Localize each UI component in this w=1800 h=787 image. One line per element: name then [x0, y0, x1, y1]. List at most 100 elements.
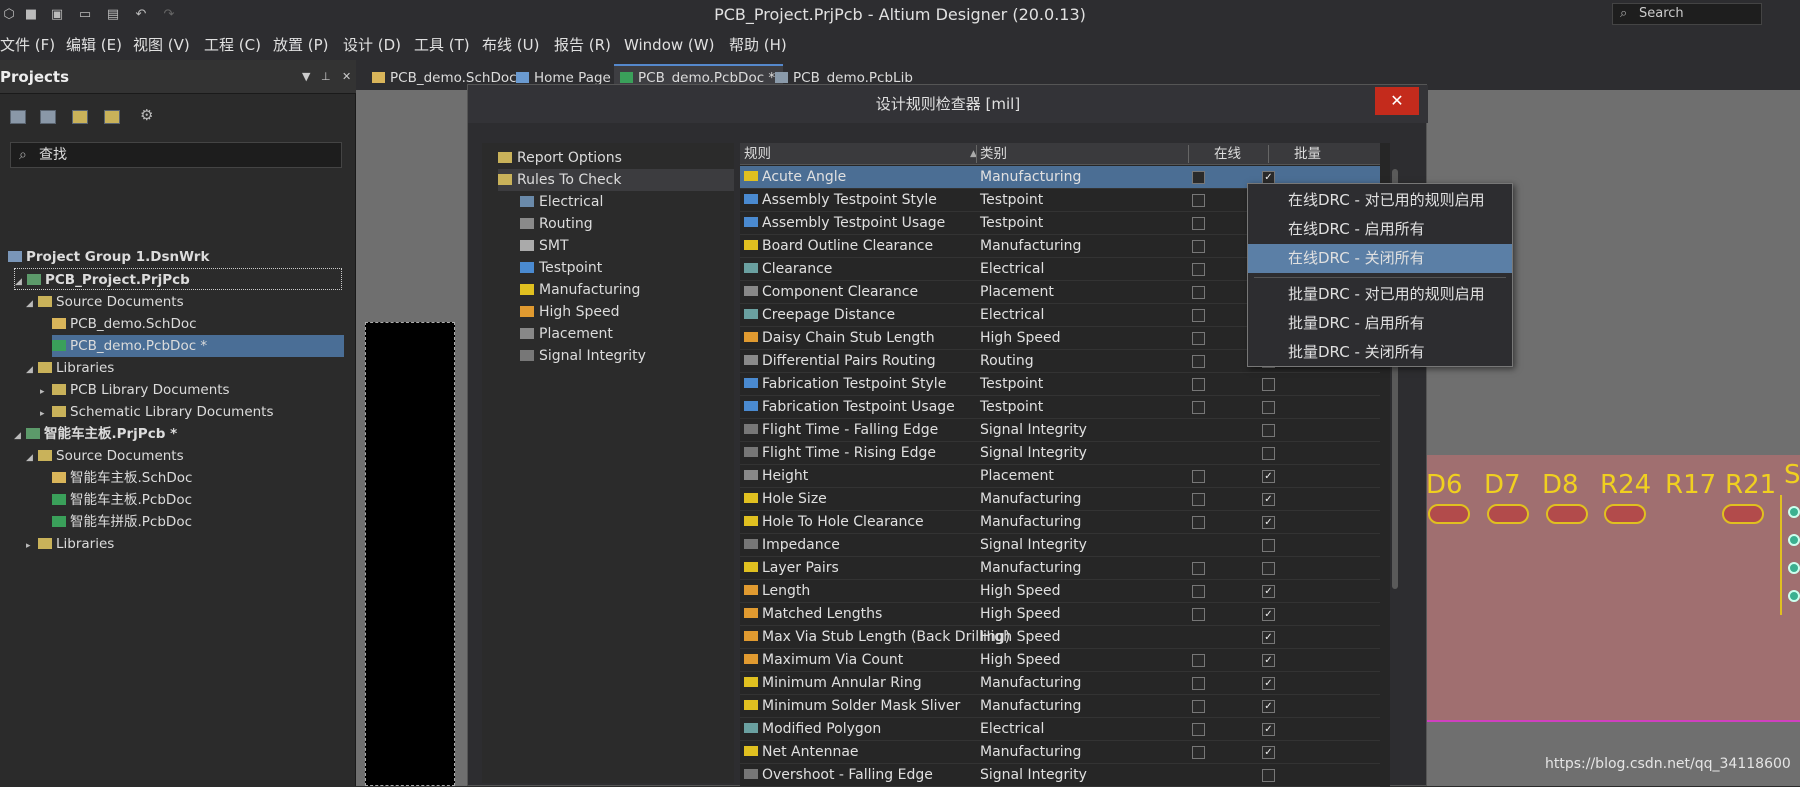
- rule-row[interactable]: Fabrication Testpoint Usage Testpoint: [740, 396, 1380, 419]
- tree-item-schdoc[interactable]: PCB_demo.SchDoc: [52, 313, 197, 335]
- rule-row[interactable]: Minimum Solder Mask Sliver Manufacturing ✓: [740, 695, 1380, 718]
- expand-icon[interactable]: ▸: [26, 535, 38, 557]
- collapse-icon[interactable]: ◢: [26, 359, 38, 381]
- rule-row[interactable]: Modified Polygon Electrical ✓: [740, 718, 1380, 741]
- rule-row[interactable]: Length High Speed ✓: [740, 580, 1380, 603]
- online-checkbox[interactable]: [1192, 746, 1205, 759]
- menu-file[interactable]: 文件 (F): [0, 30, 55, 60]
- online-checkbox[interactable]: [1192, 723, 1205, 736]
- online-checkbox[interactable]: [1192, 378, 1205, 391]
- batch-checkbox[interactable]: [1262, 378, 1275, 391]
- tree-item-sch-libs[interactable]: ▸ Schematic Library Documents: [40, 401, 274, 423]
- online-checkbox[interactable]: [1192, 700, 1205, 713]
- online-checkbox[interactable]: [1192, 493, 1205, 506]
- tree-item-project[interactable]: ◢ PCB_Project.PrjPcb: [14, 268, 342, 290]
- rule-row[interactable]: Matched Lengths High Speed ✓: [740, 603, 1380, 626]
- online-checkbox[interactable]: [1192, 332, 1205, 345]
- compile-icon[interactable]: [40, 110, 56, 124]
- pin-icon[interactable]: ⊥: [321, 60, 331, 94]
- online-checkbox[interactable]: [1192, 608, 1205, 621]
- tree-item-pcb-libs[interactable]: ▸ PCB Library Documents: [40, 379, 230, 401]
- rule-row[interactable]: Net Antennae Manufacturing ✓: [740, 741, 1380, 764]
- menu-online-enable-all[interactable]: 在线DRC - 启用所有: [1248, 215, 1512, 244]
- tree-item-schdoc-2[interactable]: 智能车主板.SchDoc: [52, 467, 192, 489]
- tree-item-panel-pcbdoc[interactable]: 智能车拼版.PcbDoc: [52, 511, 192, 533]
- tree-placement[interactable]: Placement: [520, 323, 613, 345]
- menu-design[interactable]: 设计 (D): [343, 30, 401, 60]
- menu-place[interactable]: 放置 (P): [273, 30, 329, 60]
- project-search-input[interactable]: ⌕ 查找: [10, 142, 342, 168]
- tree-item-source-docs[interactable]: ◢ Source Documents: [26, 291, 184, 313]
- column-online[interactable]: 在线: [1214, 143, 1241, 165]
- rule-row[interactable]: Minimum Annular Ring Manufacturing ✓: [740, 672, 1380, 695]
- settings-gear-icon[interactable]: ⚙: [140, 106, 156, 124]
- online-checkbox[interactable]: [1192, 470, 1205, 483]
- batch-checkbox[interactable]: [1262, 539, 1275, 552]
- collapse-icon[interactable]: ◢: [15, 271, 27, 293]
- rule-row[interactable]: Max Via Stub Length (Back Drilling) High …: [740, 626, 1380, 649]
- online-checkbox[interactable]: [1192, 263, 1205, 276]
- menu-tools[interactable]: 工具 (T): [414, 30, 470, 60]
- batch-checkbox[interactable]: [1262, 424, 1275, 437]
- menu-online-enable-used[interactable]: 在线DRC - 对已用的规则启用: [1248, 186, 1512, 215]
- tree-rules-to-check[interactable]: Rules To Check: [498, 169, 734, 191]
- rule-row[interactable]: Height Placement ✓: [740, 465, 1380, 488]
- online-checkbox[interactable]: [1192, 516, 1205, 529]
- collapse-icon[interactable]: ◢: [26, 447, 38, 469]
- tree-item-libraries[interactable]: ◢ Libraries: [26, 357, 114, 379]
- batch-checkbox[interactable]: ✓: [1262, 746, 1275, 759]
- collapse-icon[interactable]: ◢: [14, 425, 26, 447]
- tree-high-speed[interactable]: High Speed: [520, 301, 620, 323]
- batch-checkbox[interactable]: ✓: [1262, 654, 1275, 667]
- online-checkbox[interactable]: [1192, 309, 1205, 322]
- online-checkbox[interactable]: [1192, 240, 1205, 253]
- batch-checkbox[interactable]: [1262, 401, 1275, 414]
- menu-batch-enable-all[interactable]: 批量DRC - 启用所有: [1248, 309, 1512, 338]
- menu-project[interactable]: 工程 (C): [204, 30, 261, 60]
- online-checkbox[interactable]: [1192, 562, 1205, 575]
- batch-checkbox[interactable]: [1262, 769, 1275, 782]
- rule-row[interactable]: Maximum Via Count High Speed ✓: [740, 649, 1380, 672]
- menu-reports[interactable]: 报告 (R): [554, 30, 611, 60]
- tree-report-options[interactable]: Report Options: [498, 147, 622, 169]
- online-checkbox[interactable]: [1192, 355, 1205, 368]
- menu-edit[interactable]: 编辑 (E): [66, 30, 122, 60]
- tree-signal-integrity[interactable]: Signal Integrity: [520, 345, 646, 367]
- save-document-icon[interactable]: [10, 110, 26, 124]
- rule-row[interactable]: Overshoot - Falling Edge Signal Integrity: [740, 764, 1380, 787]
- online-checkbox[interactable]: [1192, 217, 1205, 230]
- column-batch[interactable]: 批量: [1294, 143, 1321, 165]
- batch-checkbox[interactable]: [1262, 562, 1275, 575]
- online-checkbox[interactable]: [1192, 677, 1205, 690]
- rule-row[interactable]: Hole To Hole Clearance Manufacturing ✓: [740, 511, 1380, 534]
- expand-icon[interactable]: ▸: [40, 403, 52, 425]
- rule-row[interactable]: Fabrication Testpoint Style Testpoint: [740, 373, 1380, 396]
- batch-checkbox[interactable]: ✓: [1262, 677, 1275, 690]
- batch-checkbox[interactable]: ✓: [1262, 493, 1275, 506]
- menu-route[interactable]: 布线 (U): [482, 30, 539, 60]
- rule-row[interactable]: Flight Time - Rising Edge Signal Integrit…: [740, 442, 1380, 465]
- online-checkbox[interactable]: [1192, 401, 1205, 414]
- online-checkbox[interactable]: [1192, 654, 1205, 667]
- batch-checkbox[interactable]: ✓: [1262, 516, 1275, 529]
- tree-electrical[interactable]: Electrical: [520, 191, 603, 213]
- rule-row[interactable]: Flight Time - Falling Edge Signal Integri…: [740, 419, 1380, 442]
- search-input[interactable]: ⌕ Search: [1612, 3, 1762, 25]
- dialog-close-button[interactable]: ✕: [1375, 87, 1419, 115]
- panel-menu-icon[interactable]: ▼: [302, 60, 310, 94]
- column-rule[interactable]: 规则: [744, 143, 771, 165]
- tree-item-pcbdoc-2[interactable]: 智能车主板.PcbDoc: [52, 489, 192, 511]
- online-checkbox[interactable]: [1192, 286, 1205, 299]
- batch-checkbox[interactable]: ✓: [1262, 608, 1275, 621]
- tree-item-project-2[interactable]: ◢ 智能车主板.PrjPcb *: [14, 423, 177, 445]
- batch-checkbox[interactable]: [1262, 447, 1275, 460]
- tree-smt[interactable]: SMT: [520, 235, 569, 257]
- menu-batch-disable-all[interactable]: 批量DRC - 关闭所有: [1248, 338, 1512, 367]
- batch-checkbox[interactable]: ✓: [1262, 700, 1275, 713]
- menu-view[interactable]: 视图 (V): [133, 30, 190, 60]
- tree-item-source-docs-2[interactable]: ◢ Source Documents: [26, 445, 184, 467]
- rule-row[interactable]: Layer Pairs Manufacturing: [740, 557, 1380, 580]
- online-checkbox[interactable]: [1192, 585, 1205, 598]
- batch-checkbox[interactable]: ✓: [1262, 631, 1275, 644]
- tree-routing[interactable]: Routing: [520, 213, 593, 235]
